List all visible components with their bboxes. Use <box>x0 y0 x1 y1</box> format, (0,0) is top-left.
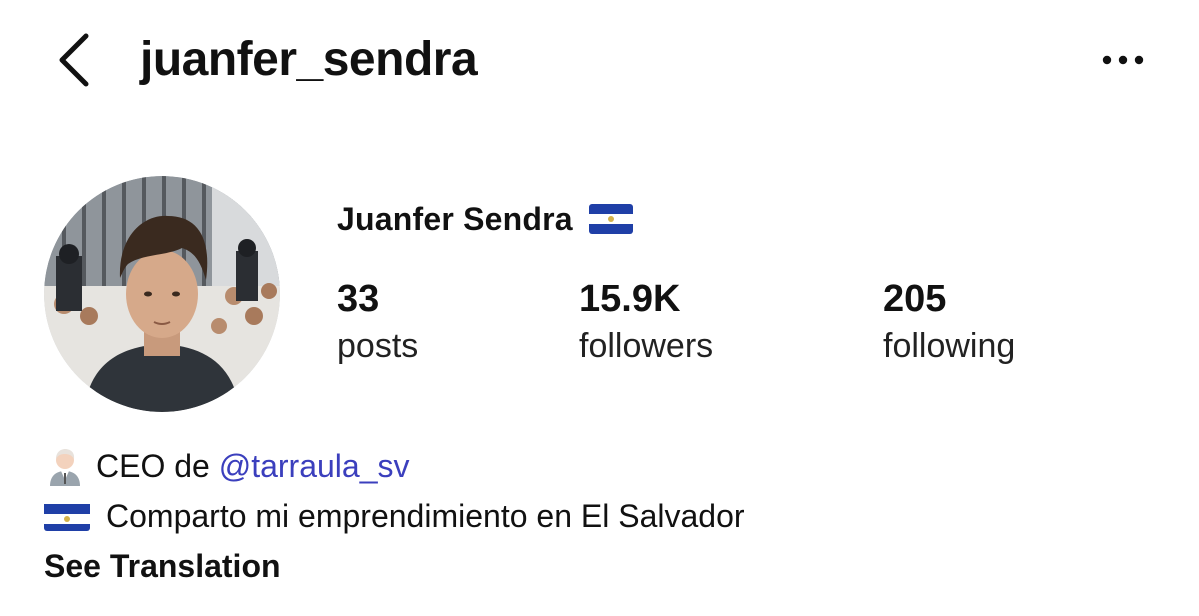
bio-description-text: Comparto mi emprendimiento en El Salvado… <box>106 498 745 534</box>
followers-stat[interactable]: 15.9K followers <box>579 274 713 368</box>
el-salvador-flag-icon <box>588 204 633 234</box>
posts-count: 33 <box>337 278 380 320</box>
profile-avatar[interactable] <box>44 176 280 412</box>
following-stat[interactable]: 205 following <box>883 274 1015 368</box>
display-name: Juanfer Sendra <box>337 200 573 237</box>
bio-ceo-text: CEO de <box>96 448 219 484</box>
chevron-left-icon <box>59 33 89 87</box>
el-salvador-flag-icon <box>44 501 90 531</box>
display-name-row: Juanfer Sendra <box>337 196 633 242</box>
profile-header: juanfer_sendra <box>0 0 1199 120</box>
see-translation-link[interactable]: See Translation <box>44 544 281 588</box>
following-count: 205 <box>883 278 947 320</box>
more-horizontal-icon <box>1102 55 1144 65</box>
bio-line-ceo: CEO de @tarraula_sv <box>44 444 410 488</box>
posts-label: posts <box>337 327 419 365</box>
posts-stat[interactable]: 33 posts <box>337 274 418 368</box>
followers-label: followers <box>579 327 714 365</box>
back-button[interactable] <box>50 30 100 90</box>
more-options-button[interactable] <box>1095 42 1151 78</box>
businessman-emoji-icon <box>44 446 86 486</box>
header-username: juanfer_sendra <box>140 33 478 86</box>
tarraula-mention-link[interactable]: @tarraula_sv <box>219 444 410 488</box>
avatar-photo <box>44 176 280 412</box>
following-label: following <box>883 327 1016 365</box>
bio-line-description: Comparto mi emprendimiento en El Salvado… <box>44 494 745 538</box>
followers-count: 15.9K <box>579 278 681 320</box>
